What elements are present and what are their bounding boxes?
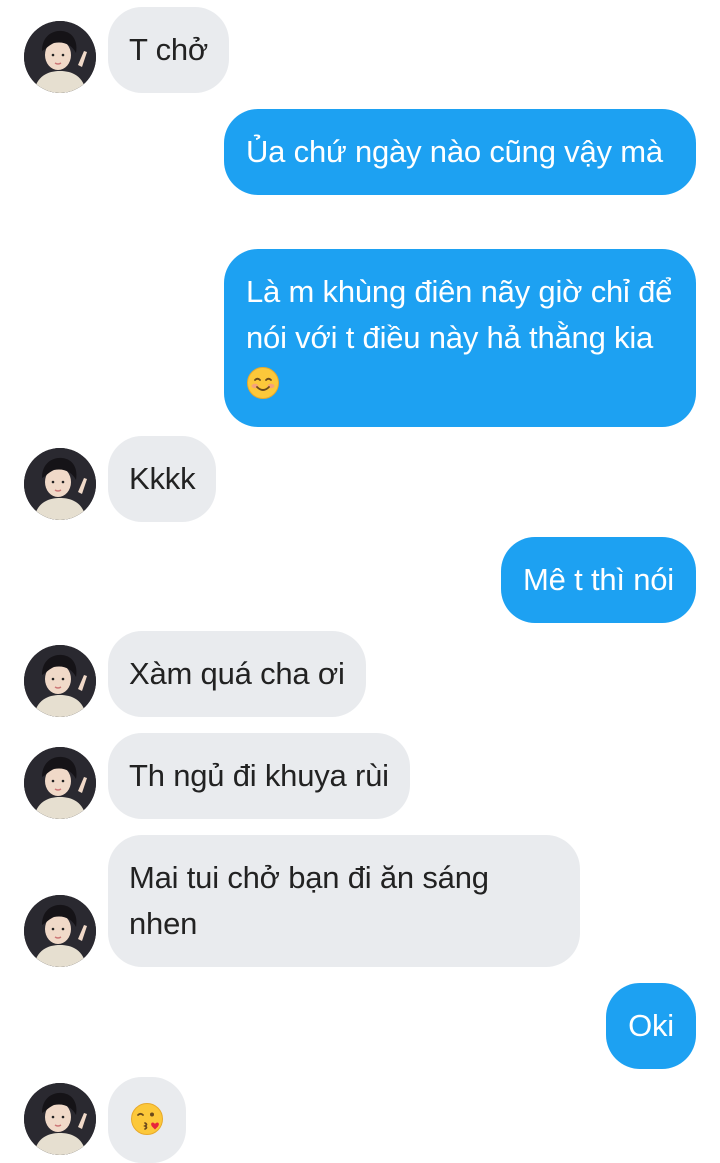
message-text: Oki xyxy=(628,1008,674,1043)
smiling-face-icon xyxy=(246,366,280,400)
avatar[interactable] xyxy=(24,448,96,520)
incoming-message-bubble[interactable]: Xàm quá cha ơi xyxy=(108,631,366,717)
message-text: Xàm quá cha ơi xyxy=(129,656,345,691)
outgoing-message-bubble[interactable]: Là m khùng điên nãy giờ chỉ để nói với t… xyxy=(224,249,696,427)
incoming-message-bubble[interactable]: Th ngủ đi khuya rùi xyxy=(108,733,410,819)
message-text: Mai tui chở bạn đi ăn sáng nhen xyxy=(129,860,489,941)
message-text: Th ngủ đi khuya rùi xyxy=(129,758,389,793)
avatar[interactable] xyxy=(24,21,96,93)
contact-avatar-image xyxy=(24,1083,96,1155)
avatar[interactable] xyxy=(24,1083,96,1155)
message-text: T chở xyxy=(129,32,209,67)
contact-avatar-image xyxy=(24,895,96,967)
incoming-message-bubble[interactable]: T chở xyxy=(108,7,230,93)
contact-avatar-image xyxy=(24,747,96,819)
incoming-message-bubble[interactable] xyxy=(108,1077,186,1163)
contact-avatar-image xyxy=(24,645,96,717)
face-blowing-kiss-icon xyxy=(130,1102,164,1136)
incoming-message-bubble[interactable]: Mai tui chở bạn đi ăn sáng nhen xyxy=(108,835,580,967)
avatar[interactable] xyxy=(24,747,96,819)
outgoing-message-bubble[interactable]: Oki xyxy=(606,983,696,1069)
contact-avatar-image xyxy=(24,21,96,93)
outgoing-message-bubble[interactable]: Ủa chứ ngày nào cũng vậy mà xyxy=(224,109,696,195)
contact-avatar-image xyxy=(24,448,96,520)
avatar[interactable] xyxy=(24,645,96,717)
message-text: Kkkk xyxy=(129,461,196,496)
outgoing-message-bubble[interactable]: Mê t thì nói xyxy=(501,537,696,623)
message-text: Ủa chứ ngày nào cũng vậy mà xyxy=(246,134,663,169)
message-text: Là m khùng điên nãy giờ chỉ để nói với t… xyxy=(246,274,673,355)
message-text: Mê t thì nói xyxy=(523,562,674,597)
avatar[interactable] xyxy=(24,895,96,967)
incoming-message-bubble[interactable]: Kkkk xyxy=(108,436,217,522)
